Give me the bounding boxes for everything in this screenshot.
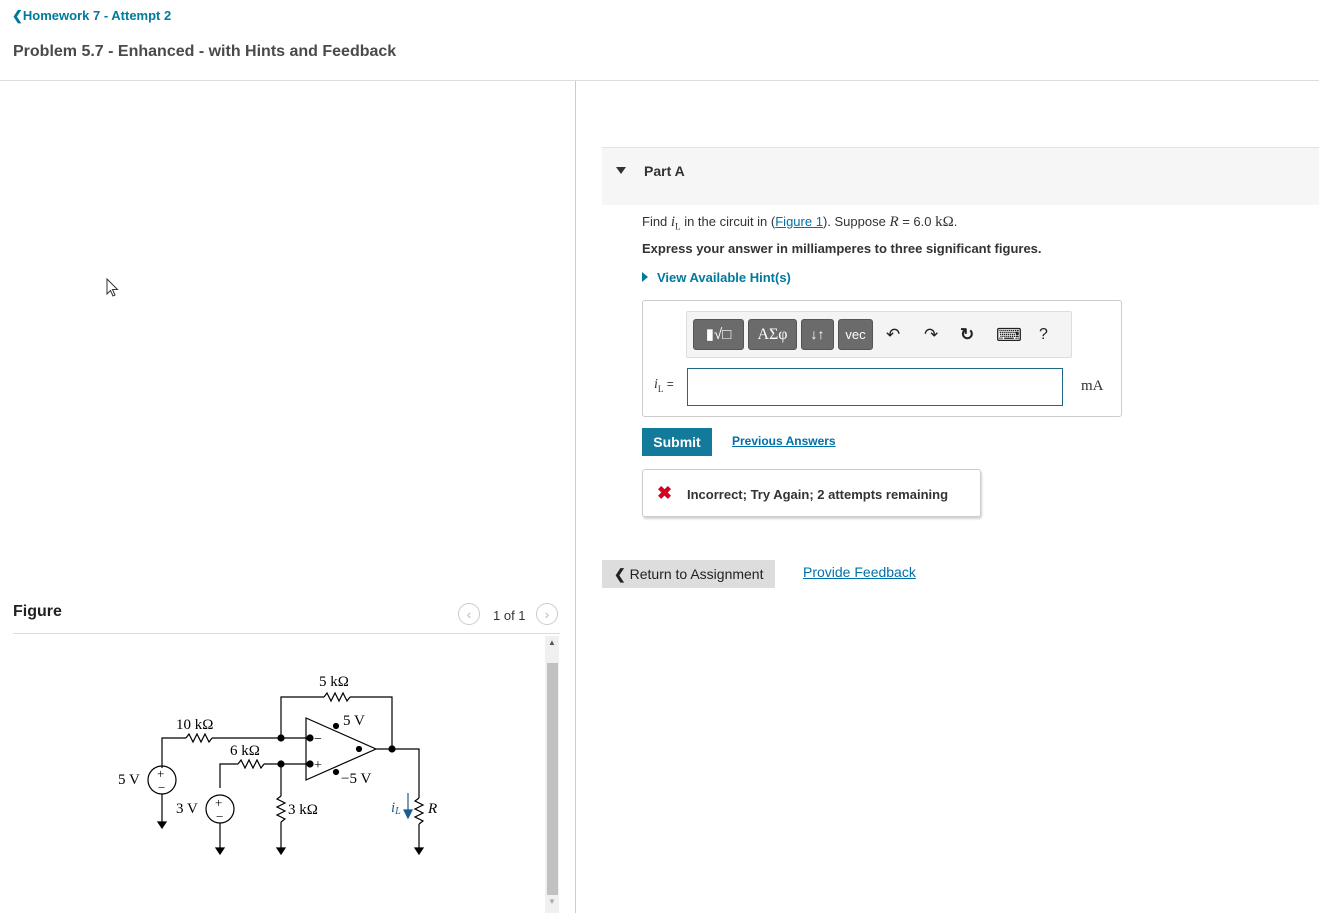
chevron-left-icon: ❮ xyxy=(12,8,23,23)
resistor-10k-label: 10 kΩ xyxy=(176,717,213,733)
redo-icon[interactable]: ↷ xyxy=(924,325,938,345)
arrows-button[interactable]: ↓↑ xyxy=(801,319,834,350)
op-amp-plus: + xyxy=(314,758,322,773)
resistor-10k xyxy=(185,732,213,744)
answer-label: iL = xyxy=(654,377,674,394)
mouse-cursor-icon xyxy=(106,278,119,297)
next-figure-button[interactable]: › xyxy=(536,603,558,625)
keyboard-icon[interactable]: ⌨ xyxy=(996,325,1022,345)
supply-pos-dot xyxy=(332,722,340,730)
math-toolbar: ▮√□ ΑΣφ ↓↑ vec ↶ ↷ ↻ ⌨ ? xyxy=(686,311,1072,358)
feedback-resistor-label: 5 kΩ xyxy=(319,674,349,690)
source-3v-minus: − xyxy=(216,809,223,824)
source-5v-label: 5 V xyxy=(118,772,140,788)
pane-divider[interactable] xyxy=(575,81,576,913)
resistor-3k-label: 3 kΩ xyxy=(288,802,318,818)
output-wire xyxy=(376,748,420,798)
circuit-diagram: 5 kΩ 10 kΩ 6 kΩ − + 5 V −5 V + − 5 V + −… xyxy=(118,674,437,856)
scroll-down-arrow-icon[interactable]: ▼ xyxy=(548,897,556,906)
incorrect-x-icon: ✖ xyxy=(657,483,673,503)
supply-pos-label: 5 V xyxy=(343,713,365,729)
chevron-left-icon: ‹ xyxy=(466,606,472,622)
submit-button[interactable]: Submit xyxy=(642,428,712,456)
vector-button[interactable]: vec xyxy=(838,319,873,350)
wire-v1-top xyxy=(161,737,186,768)
figure-label: Figure xyxy=(13,603,62,620)
supply-neg-label: −5 V xyxy=(341,771,371,787)
current-label: iL xyxy=(391,800,401,817)
feedback-box: ✖ Incorrect; Try Again; 2 attempts remai… xyxy=(642,469,981,517)
current-arrow-icon xyxy=(403,809,413,820)
question-text: Find iL in the circuit in (Figure 1). Su… xyxy=(642,214,958,232)
feedback-resistor xyxy=(323,691,351,703)
caret-right-icon xyxy=(642,272,648,282)
feedback-wire-left xyxy=(280,696,324,737)
feedback-message: Incorrect; Try Again; 2 attempts remaini… xyxy=(687,487,949,502)
back-to-homework-link[interactable]: ❮Homework 7 - Attempt 2 xyxy=(12,8,171,24)
help-icon[interactable]: ? xyxy=(1039,325,1048,345)
scroll-up-arrow-icon[interactable]: ▲ xyxy=(548,638,556,647)
resistor-6k xyxy=(237,758,265,770)
view-hints-link[interactable]: View Available Hint(s) xyxy=(642,270,791,285)
provide-feedback-link[interactable]: Provide Feedback xyxy=(803,564,916,580)
greek-symbols-button[interactable]: ΑΣφ xyxy=(748,319,797,350)
page-title: Problem 5.7 - Enhanced - with Hints and … xyxy=(13,43,397,60)
templates-button[interactable]: ▮√□ xyxy=(693,319,744,350)
answer-input[interactable] xyxy=(687,368,1063,406)
figure-page-count: 1 of 1 xyxy=(493,608,526,623)
ground-arrow xyxy=(413,847,425,856)
op-amp-output-dot xyxy=(355,745,363,753)
junction-dot xyxy=(277,734,285,742)
figure-divider xyxy=(13,633,560,634)
figure-scrollbar-thumb[interactable] xyxy=(547,663,558,895)
return-to-assignment-button[interactable]: ❮ Return to Assignment xyxy=(602,560,775,588)
chevron-left-icon: ❮ xyxy=(614,566,630,582)
part-a-header[interactable] xyxy=(602,147,1319,205)
op-amp-minus: − xyxy=(314,732,322,747)
instruction-text: Express your answer in milliamperes to t… xyxy=(642,241,1042,256)
ground-arrow xyxy=(156,821,168,830)
previous-answers-link[interactable]: Previous Answers xyxy=(732,434,836,448)
wire-v2-top xyxy=(219,763,238,788)
ground-arrow xyxy=(214,847,226,856)
reset-icon[interactable]: ↻ xyxy=(960,325,974,345)
junction-dot xyxy=(306,734,314,742)
source-3v-plus: + xyxy=(215,795,222,810)
resistor-3k xyxy=(275,795,287,823)
part-a-title: Part A xyxy=(644,163,685,179)
supply-neg-dot xyxy=(332,768,340,776)
load-resistor-label: R xyxy=(427,801,437,817)
junction-dot xyxy=(306,760,314,768)
chevron-right-icon: › xyxy=(544,606,550,622)
resistor-6k-label: 6 kΩ xyxy=(230,743,260,759)
prev-figure-button[interactable]: ‹ xyxy=(458,603,480,625)
load-resistor xyxy=(413,797,425,825)
ground-arrow xyxy=(275,847,287,856)
answer-unit: mA xyxy=(1081,378,1104,394)
source-5v-minus: − xyxy=(158,780,165,795)
undo-icon[interactable]: ↶ xyxy=(886,325,900,345)
figure-1-link[interactable]: Figure 1 xyxy=(775,214,823,229)
header-divider xyxy=(0,80,1319,81)
source-5v-plus: + xyxy=(157,766,164,781)
caret-down-icon[interactable] xyxy=(616,167,626,174)
source-3v-label: 3 V xyxy=(176,801,198,817)
